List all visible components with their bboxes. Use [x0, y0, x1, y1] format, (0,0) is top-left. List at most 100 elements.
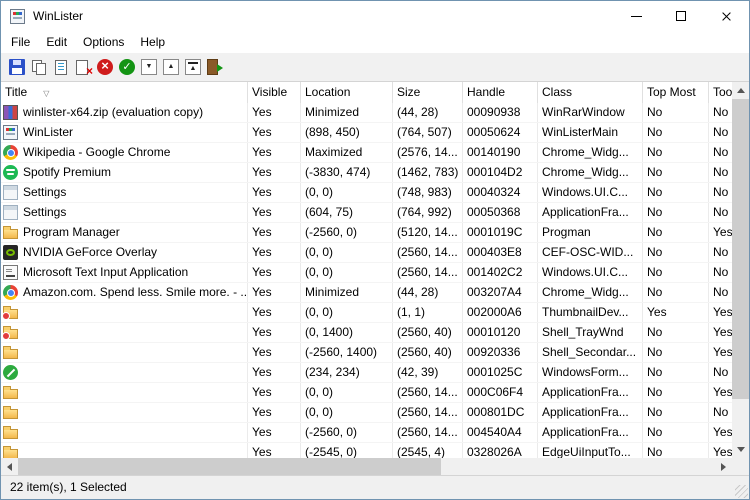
cell-title: winlister-x64.zip (evaluation copy): [23, 105, 204, 119]
cell-location: (0, 0): [305, 385, 334, 399]
column-header-location[interactable]: Location: [301, 82, 393, 103]
exit-button[interactable]: [204, 55, 226, 79]
table-row[interactable]: Yes (-2560, 1400) (2560, 40) 00920336 Sh…: [1, 343, 732, 363]
table-row[interactable]: Yes (0, 0) (2560, 14... 000C06F4 Applica…: [1, 383, 732, 403]
column-header-visible[interactable]: Visible: [248, 82, 301, 103]
cell-handle: 000C06F4: [467, 385, 524, 399]
show-window-button[interactable]: [160, 55, 182, 79]
column-header-size[interactable]: Size: [393, 82, 463, 103]
menu-options[interactable]: Options: [75, 33, 132, 51]
cell-topmost: No: [647, 185, 663, 199]
minimize-button[interactable]: [614, 1, 659, 31]
exit-door-icon: [207, 59, 223, 75]
horizontal-scrollbar[interactable]: [1, 458, 732, 475]
arrow-down-icon: [736, 447, 745, 452]
scroll-up-button[interactable]: [732, 82, 749, 99]
cell-visible: Yes: [252, 345, 272, 359]
table-row[interactable]: Yes (0, 0) (1, 1) 002000A6 ThumbnailDev.…: [1, 303, 732, 323]
cell-toolwindow: No: [713, 145, 729, 159]
row-icon: [3, 406, 18, 419]
cell-visible: Yes: [252, 205, 272, 219]
column-header-title[interactable]: Title ▽: [1, 82, 248, 103]
cell-topmost: No: [647, 105, 663, 119]
horizontal-scrollbar-thumb[interactable]: [18, 458, 441, 475]
scroll-down-button[interactable]: [732, 441, 749, 458]
vertical-scrollbar[interactable]: [732, 82, 749, 458]
cell-size: (748, 983): [397, 185, 452, 199]
table-row[interactable]: Yes (234, 234) (42, 39) 0001025C Windows…: [1, 363, 732, 383]
column-header-topmost[interactable]: Top Most: [643, 82, 709, 103]
table-row[interactable]: Yes (0, 0) (2560, 14... 000801DC Applica…: [1, 403, 732, 423]
table-row[interactable]: Microsoft Text Input Application Yes (0,…: [1, 263, 732, 283]
cell-topmost: No: [647, 285, 663, 299]
destroy-window-button[interactable]: [94, 55, 116, 79]
table-row[interactable]: Program Manager Yes (-2560, 0) (5120, 14…: [1, 223, 732, 243]
status-text: 22 item(s), 1 Selected: [10, 480, 127, 494]
refresh-button[interactable]: [116, 55, 138, 79]
table-row[interactable]: WinLister Yes (898, 450) (764, 507) 0005…: [1, 123, 732, 143]
cell-class: ThumbnailDev...: [542, 305, 629, 319]
save-icon: [9, 59, 25, 75]
scroll-left-button[interactable]: [1, 458, 18, 475]
menu-help[interactable]: Help: [132, 33, 173, 51]
toolbar: [1, 53, 749, 82]
arrow-left-icon: [7, 462, 12, 471]
column-header-toolwindow[interactable]: Too: [709, 82, 732, 103]
cell-size: (44, 28): [397, 285, 439, 299]
cell-visible: Yes: [252, 365, 272, 379]
table-row[interactable]: Amazon.com. Spend less. Smile more. - ..…: [1, 283, 732, 303]
cell-title: WinLister: [23, 125, 74, 139]
cell-visible: Yes: [252, 325, 272, 339]
cell-topmost: No: [647, 425, 663, 439]
resize-grip[interactable]: [735, 485, 748, 498]
cell-location: (0, 0): [305, 265, 334, 279]
table-row[interactable]: NVIDIA GeForce Overlay Yes (0, 0) (2560,…: [1, 243, 732, 263]
cell-toolwindow: Yes: [713, 345, 732, 359]
cell-visible: Yes: [252, 225, 272, 239]
cell-handle: 003207A4: [467, 285, 522, 299]
table-row[interactable]: winlister-x64.zip (evaluation copy) Yes …: [1, 103, 732, 123]
table-row[interactable]: Yes (-2560, 0) (2560, 14... 004540A4 App…: [1, 423, 732, 443]
copy-button[interactable]: [28, 55, 50, 79]
table-row[interactable]: Spotify Premium Yes (-3830, 474) (1462, …: [1, 163, 732, 183]
vertical-scrollbar-thumb[interactable]: [732, 99, 749, 399]
bring-to-top-button[interactable]: [182, 55, 204, 79]
cell-title: Microsoft Text Input Application: [23, 265, 189, 279]
cell-toolwindow: No: [713, 105, 729, 119]
column-header-handle[interactable]: Handle: [463, 82, 538, 103]
table-row[interactable]: Yes (0, 1400) (2560, 40) 00010120 Shell_…: [1, 323, 732, 343]
green-check-circle-icon: [119, 59, 135, 75]
maximize-button[interactable]: [659, 1, 704, 31]
table-row[interactable]: Yes (-2545, 0) (2545, 4) 0328026A EdgeUi…: [1, 443, 732, 458]
cell-class: ApplicationFra...: [542, 205, 629, 219]
cell-class: EdgeUiInputTo...: [542, 445, 631, 458]
cell-visible: Yes: [252, 425, 272, 439]
hide-window-button[interactable]: [138, 55, 160, 79]
delete-button[interactable]: [72, 55, 94, 79]
cell-handle: 00090938: [467, 105, 521, 119]
cell-size: (44, 28): [397, 105, 439, 119]
cell-handle: 001402C2: [467, 265, 523, 279]
menu-file[interactable]: File: [3, 33, 38, 51]
properties-button[interactable]: [50, 55, 72, 79]
row-icon: [3, 125, 18, 140]
cell-toolwindow: No: [713, 165, 729, 179]
menu-edit[interactable]: Edit: [38, 33, 75, 51]
table-row[interactable]: Settings Yes (0, 0) (748, 983) 00040324 …: [1, 183, 732, 203]
cell-location: (234, 234): [305, 365, 360, 379]
close-button[interactable]: [704, 1, 749, 31]
table-row[interactable]: Wikipedia - Google Chrome Yes Maximized …: [1, 143, 732, 163]
save-button[interactable]: [6, 55, 28, 79]
column-header-class[interactable]: Class: [538, 82, 643, 103]
cell-location: (898, 450): [305, 125, 360, 139]
scroll-right-button[interactable]: [715, 458, 732, 475]
cell-toolwindow: Yes: [713, 445, 732, 458]
table-row[interactable]: Settings Yes (604, 75) (764, 992) 000503…: [1, 203, 732, 223]
cell-handle: 00050368: [467, 205, 521, 219]
app-icon: [10, 8, 25, 24]
cell-toolwindow: No: [713, 125, 729, 139]
cell-topmost: No: [647, 265, 663, 279]
properties-icon: [53, 59, 69, 75]
cell-size: (42, 39): [397, 365, 439, 379]
cell-toolwindow: No: [713, 245, 729, 259]
